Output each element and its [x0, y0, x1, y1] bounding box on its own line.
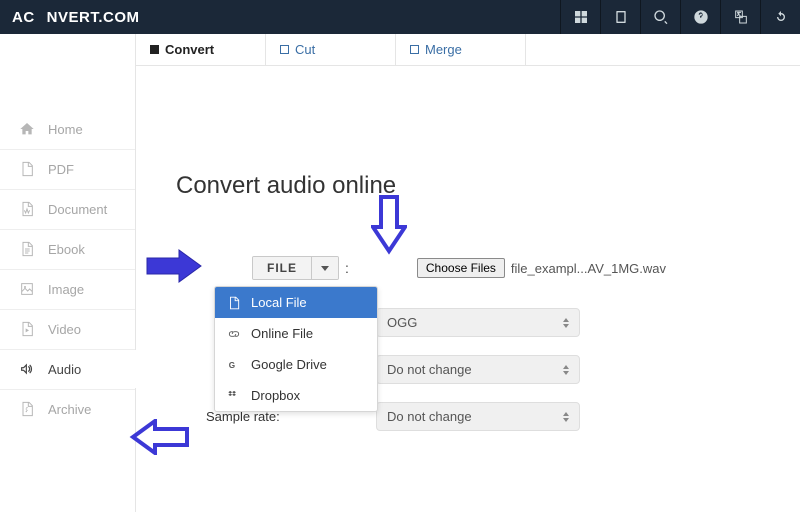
search-icon[interactable] [640, 0, 680, 34]
select-value: Do not change [387, 362, 472, 377]
sidebar-item-label: Video [48, 322, 81, 337]
home-icon [18, 120, 36, 138]
square-filled-icon [150, 45, 159, 54]
sidebar-item-image[interactable]: Image [0, 269, 135, 309]
caret-down-icon [321, 266, 329, 271]
tab-label: Cut [295, 42, 315, 57]
menu-label: Dropbox [251, 388, 300, 403]
sidebar-item-label: Ebook [48, 242, 85, 257]
select-caret-icon [563, 412, 569, 422]
refresh-button[interactable] [760, 0, 800, 34]
help-icon[interactable] [680, 0, 720, 34]
dropbox-icon [227, 389, 241, 403]
menu-local-file[interactable]: Local File [215, 287, 377, 318]
sidebar-item-label: Audio [48, 362, 81, 377]
sidebar-item-label: PDF [48, 162, 74, 177]
select-caret-icon [563, 365, 569, 375]
sidebar-item-archive[interactable]: Archive [0, 389, 135, 429]
sidebar-item-audio[interactable]: Audio [0, 349, 135, 389]
selected-filename: file_exampl...AV_1MG.wav [511, 261, 666, 276]
menu-google-drive[interactable]: G Google Drive [215, 349, 377, 380]
tab-label: Merge [425, 42, 462, 57]
target-format-select[interactable]: OGG [376, 308, 580, 337]
main-panel: Convert Cut Merge Convert audio online F… [136, 34, 800, 512]
audio-icon [18, 360, 36, 378]
document-icon [18, 200, 36, 218]
sidebar-item-label: Image [48, 282, 84, 297]
brand-text-post: NVERT.COM [47, 9, 140, 26]
choose-files-button[interactable]: Choose Files [417, 258, 505, 278]
select-caret-icon [563, 318, 569, 328]
file-dropdown-toggle[interactable] [312, 257, 338, 279]
square-icon [410, 45, 419, 54]
file-source-menu: Local File Online File G Google Drive Dr… [214, 286, 378, 412]
language-icon[interactable] [720, 0, 760, 34]
grid-icon[interactable] [560, 0, 600, 34]
link-icon [227, 327, 241, 341]
colon: : [345, 260, 349, 276]
top-bar: AC NVERT.COM [0, 0, 800, 34]
tablet-icon[interactable] [600, 0, 640, 34]
pdf-icon [18, 160, 36, 178]
menu-label: Local File [251, 295, 307, 310]
brand-logo[interactable]: AC NVERT.COM [12, 9, 140, 26]
brand-text-pre: AC [12, 9, 35, 26]
svg-text:G: G [229, 360, 235, 369]
sidebar-item-home[interactable]: Home [0, 110, 135, 149]
bitrate-select[interactable]: Do not change [376, 355, 580, 384]
archive-icon [18, 400, 36, 418]
sidebar-item-document[interactable]: Document [0, 189, 135, 229]
annotation-arrow-right [144, 248, 206, 284]
image-icon [18, 280, 36, 298]
menu-online-file[interactable]: Online File [215, 318, 377, 349]
google-drive-icon: G [227, 358, 241, 372]
sidebar-item-video[interactable]: Video [0, 309, 135, 349]
tabs: Convert Cut Merge [136, 34, 800, 66]
annotation-arrow-left [128, 419, 190, 455]
sidebar-item-ebook[interactable]: Ebook [0, 229, 135, 269]
square-icon [280, 45, 289, 54]
sidebar-item-label: Archive [48, 402, 91, 417]
page-title: Convert audio online [176, 172, 800, 200]
sidebar: Home PDF Document Ebook Image Video Audi… [0, 34, 136, 512]
tab-cut[interactable]: Cut [266, 34, 396, 65]
annotation-arrow-down [371, 194, 407, 256]
sample-rate-select[interactable]: Do not change [376, 402, 580, 431]
menu-label: Online File [251, 326, 313, 341]
video-icon [18, 320, 36, 338]
top-toolbar [560, 0, 800, 34]
tab-merge[interactable]: Merge [396, 34, 526, 65]
file-source-button-group: FILE [252, 256, 339, 280]
tab-convert[interactable]: Convert [136, 34, 266, 65]
sidebar-item-pdf[interactable]: PDF [0, 149, 135, 189]
menu-dropbox[interactable]: Dropbox [215, 380, 377, 411]
file-button[interactable]: FILE [253, 257, 312, 279]
ebook-icon [18, 240, 36, 258]
select-value: Do not change [387, 409, 472, 424]
sidebar-item-label: Document [48, 202, 107, 217]
file-icon [227, 296, 241, 310]
menu-label: Google Drive [251, 357, 327, 372]
tab-label: Convert [165, 42, 214, 57]
select-value: OGG [387, 315, 417, 330]
sidebar-item-label: Home [48, 122, 83, 137]
